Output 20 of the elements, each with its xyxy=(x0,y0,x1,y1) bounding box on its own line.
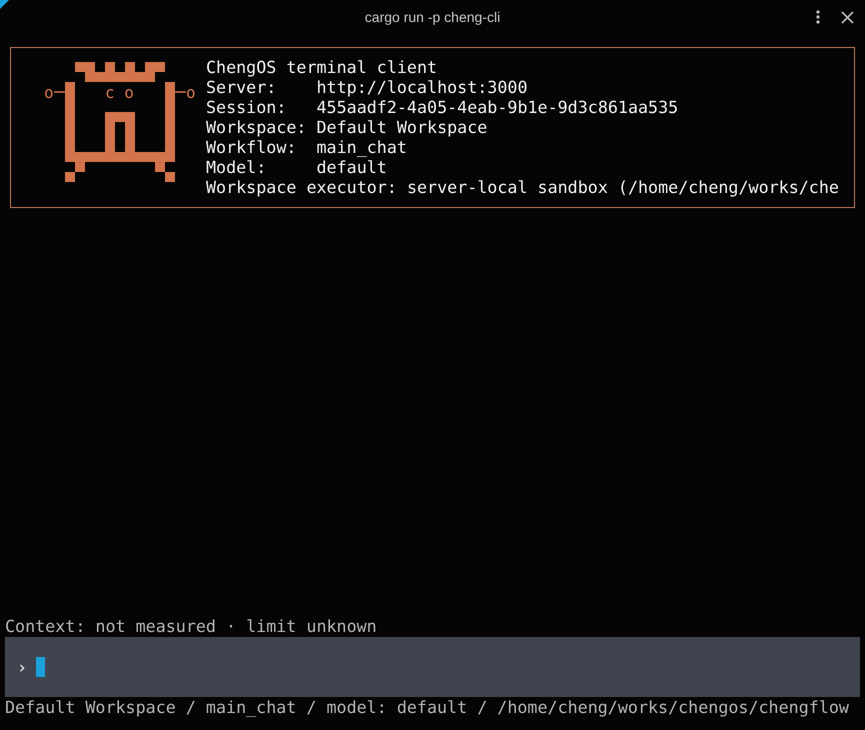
context-line: Context: not measured · limit unknown xyxy=(4,616,378,636)
text-cursor xyxy=(36,657,46,677)
kebab-icon xyxy=(816,10,820,24)
banner-line: Server: http://localhost:3000 xyxy=(206,77,528,97)
banner-heading: ChengOS terminal client xyxy=(206,57,438,77)
banner-line: Workspace: Default Workspace xyxy=(206,117,488,137)
input-bar[interactable]: › xyxy=(5,637,860,697)
banner-line: Workspace executor: server-local sandbox (/home/cheng/works/che xyxy=(206,177,839,197)
logo-glyph: o xyxy=(186,83,196,102)
banner-line: Model: default xyxy=(206,157,388,177)
corner-icon xyxy=(0,0,9,9)
status-line: Default Workspace / main_chat / model: default / /home/cheng/works/chengos/chengflow xyxy=(4,697,850,717)
close-icon xyxy=(840,10,854,24)
banner-line: Session: 455aadf2-4a05-4eab-9b1e-9d3c861aa535 xyxy=(206,97,680,117)
logo-glyph: o xyxy=(44,83,54,102)
banner-line: Workflow: main_chat xyxy=(206,137,408,157)
logo-glyph: c o xyxy=(105,83,134,102)
prompt-symbol: › xyxy=(17,657,28,677)
close-button[interactable] xyxy=(839,9,855,25)
window-title: cargo run -p cheng-cli xyxy=(364,8,500,27)
